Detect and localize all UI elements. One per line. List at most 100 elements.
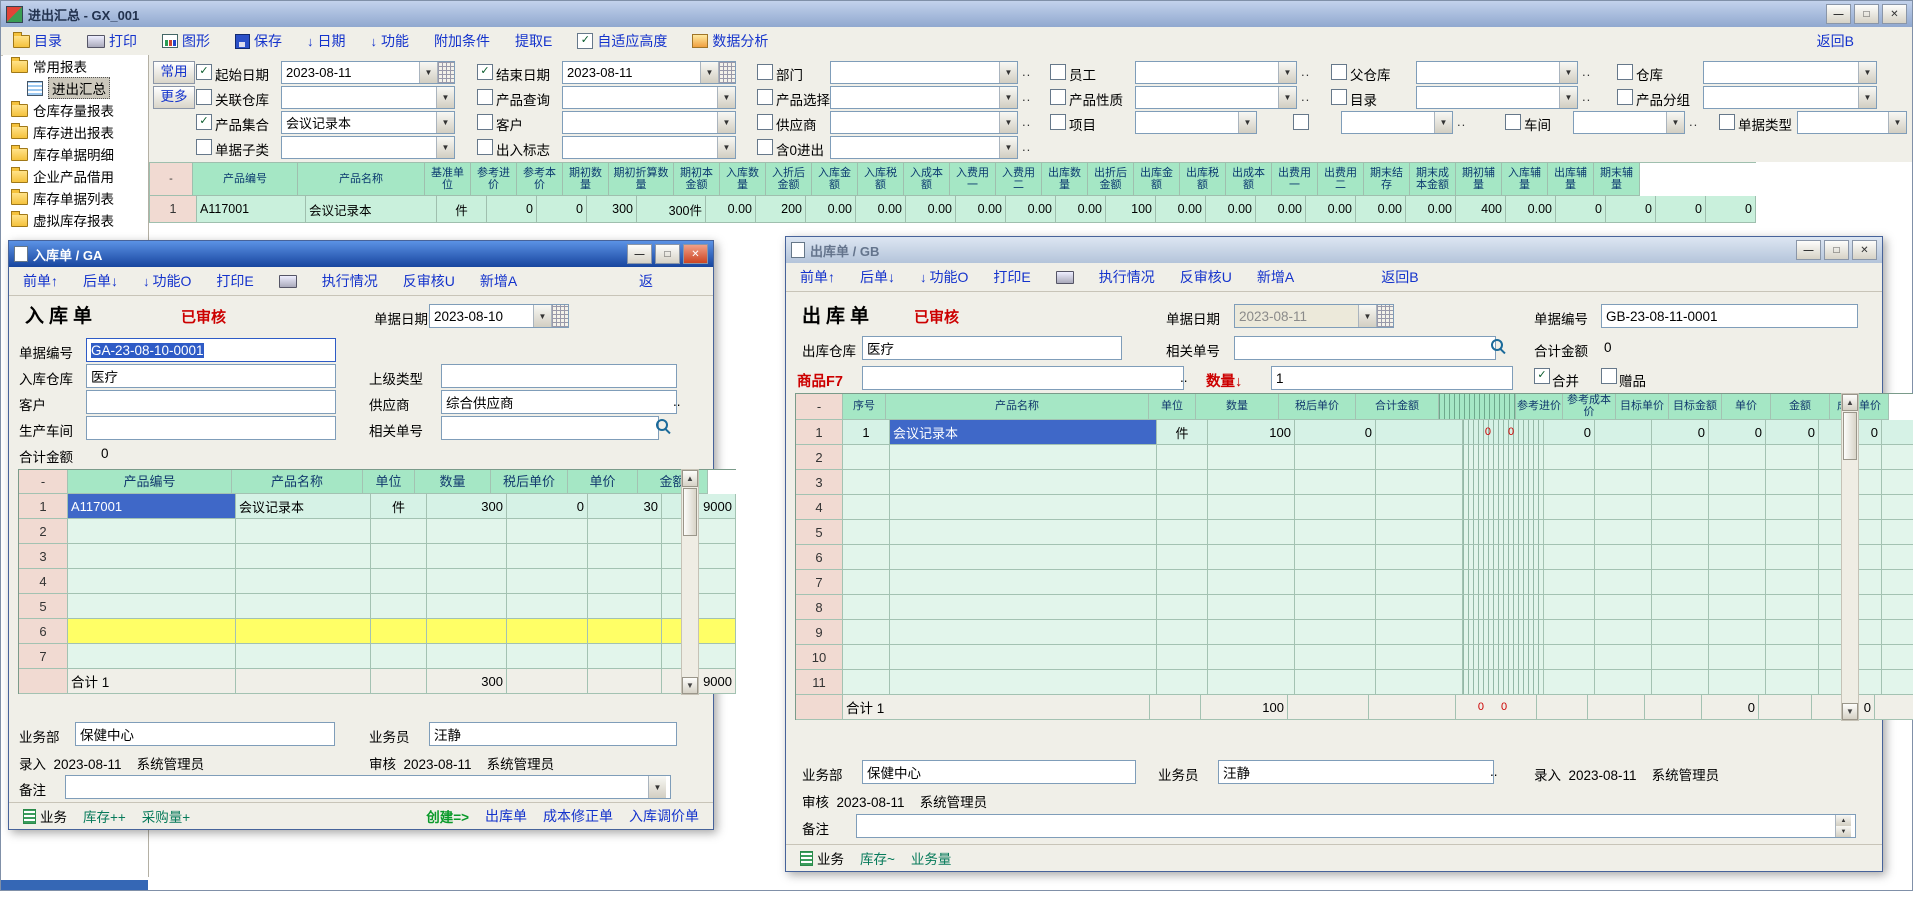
chevron-down-icon[interactable]: ▼ <box>1888 112 1906 133</box>
table-row[interactable]: 7 <box>796 570 1913 595</box>
toolbar-link[interactable]: 打印E <box>993 267 1030 287</box>
chevron-down-icon[interactable]: ▼ <box>1278 62 1296 83</box>
warehouse-field[interactable]: 医疗 <box>86 364 336 388</box>
stock-link[interactable]: 库存++ <box>83 806 126 826</box>
filter-checkbox[interactable] <box>1719 114 1735 130</box>
filter-checkbox[interactable] <box>1505 114 1521 130</box>
doc-no-field[interactable]: GB-23-08-11-0001 <box>1601 304 1858 328</box>
chevron-down-icon[interactable]: ▼ <box>1666 112 1684 133</box>
filter-checkbox[interactable] <box>1293 114 1309 130</box>
filter-dropdown[interactable]: 2023-08-11▼ <box>281 61 455 84</box>
filter-checkbox[interactable]: ✓ <box>477 64 493 80</box>
parent-type-field[interactable] <box>441 364 677 388</box>
purchase-qty-link[interactable]: 采购量+ <box>142 806 190 826</box>
chevron-down-icon[interactable]: ▼ <box>1559 62 1577 83</box>
dots-label[interactable]: .. <box>1457 114 1466 129</box>
filter-dropdown[interactable]: ▼ <box>281 86 455 109</box>
dots-label[interactable]: .. <box>1022 114 1031 129</box>
spin-down-icon[interactable]: ▼ <box>1835 826 1851 837</box>
doc-no-field[interactable]: GA-23-08-10-0001 <box>86 338 336 362</box>
dots-label[interactable]: .. <box>1301 64 1310 79</box>
minimize-button[interactable]: — <box>627 244 652 264</box>
sidebar-item[interactable]: 虚拟库存报表 <box>3 209 148 231</box>
scroll-up-button[interactable]: ▲ <box>1842 394 1858 411</box>
menu-item[interactable]: 附加条件 <box>434 31 490 51</box>
filter-dropdown[interactable]: ▼ <box>1703 86 1877 109</box>
stock-link[interactable]: 库存~ <box>860 848 895 868</box>
filter-mode-button[interactable]: 常用 <box>153 61 195 84</box>
filter-dropdown[interactable]: ▼ <box>1416 86 1578 109</box>
chevron-down-icon[interactable]: ▼ <box>436 87 454 108</box>
chevron-down-icon[interactable]: ▼ <box>1278 87 1296 108</box>
table-row[interactable]: 4 <box>19 569 736 594</box>
dots-label[interactable]: .. <box>1582 64 1591 79</box>
chevron-down-icon[interactable]: ▼ <box>533 305 551 327</box>
workshop-field[interactable] <box>86 416 336 440</box>
inbound-titlebar[interactable]: 入库单 / GA — □ ✕ <box>9 241 713 267</box>
chevron-down-icon[interactable]: ▼ <box>436 112 454 133</box>
menu-item[interactable]: 提取E <box>515 31 552 51</box>
filter-dropdown[interactable]: ▼ <box>830 86 1018 109</box>
chevron-down-icon[interactable]: ▼ <box>717 137 735 158</box>
close-button[interactable]: ✕ <box>683 244 708 264</box>
filter-checkbox[interactable] <box>477 114 493 130</box>
chevron-down-icon[interactable]: ▼ <box>1858 62 1876 83</box>
sidebar-item[interactable]: 库存单据列表 <box>3 187 148 209</box>
filter-dropdown[interactable]: ▼ <box>1703 61 1877 84</box>
table-row[interactable]: 6 <box>796 545 1913 570</box>
filter-checkbox[interactable] <box>1050 89 1066 105</box>
filter-checkbox[interactable] <box>477 89 493 105</box>
filter-checkbox[interactable] <box>477 139 493 155</box>
filter-mode-button[interactable]: 更多 <box>153 86 195 109</box>
chevron-down-icon[interactable]: ▼ <box>717 112 735 133</box>
filter-dropdown[interactable]: ▼ <box>1573 111 1685 134</box>
table-row[interactable]: 11 <box>796 670 1913 695</box>
filter-checkbox[interactable]: ✓ <box>196 64 212 80</box>
product-field[interactable] <box>862 366 1184 390</box>
chevron-down-icon[interactable]: ▼ <box>1358 305 1376 327</box>
maximize-button[interactable]: □ <box>1854 4 1879 24</box>
table-row[interactable]: 5 <box>796 520 1913 545</box>
main-titlebar[interactable]: 进出汇总 - GX_001 — □ ✕ <box>1 1 1912 27</box>
business-link[interactable]: 业务 <box>800 848 844 868</box>
close-button[interactable]: ✕ <box>1882 4 1907 24</box>
chevron-down-icon[interactable]: ▼ <box>1858 87 1876 108</box>
sidebar-item[interactable]: 库存单据明细 <box>3 143 148 165</box>
toolbar-link[interactable]: 新增A <box>1257 267 1294 287</box>
sidebar-item[interactable]: 企业产品借用 <box>3 165 148 187</box>
toolbar-link[interactable]: 返回B <box>1381 267 1418 287</box>
menu-item[interactable]: 数据分析 <box>692 31 768 51</box>
chevron-down-icon[interactable]: ▼ <box>700 62 718 83</box>
filter-dropdown[interactable]: ▼ <box>1135 86 1297 109</box>
toolbar-link[interactable]: 后单↓ <box>83 271 118 291</box>
printer-icon[interactable] <box>1056 271 1074 284</box>
table-row[interactable]: 7 <box>19 644 736 669</box>
table-row[interactable]: 10 <box>796 645 1913 670</box>
table-row[interactable]: 1A117001会议记录本件3000309000 <box>19 494 736 519</box>
filter-checkbox[interactable] <box>1050 64 1066 80</box>
table-row[interactable]: 3 <box>796 470 1913 495</box>
search-icon[interactable] <box>655 418 672 435</box>
customer-field[interactable] <box>86 390 336 414</box>
filter-checkbox[interactable] <box>1331 64 1347 80</box>
table-row[interactable]: 2 <box>796 445 1913 470</box>
filter-checkbox[interactable] <box>1617 64 1633 80</box>
chevron-down-icon[interactable]: ▼ <box>999 62 1017 83</box>
menu-item[interactable]: ✓自适应高度 <box>577 31 667 51</box>
menu-item[interactable]: 图形 <box>162 31 210 51</box>
calendar-icon[interactable] <box>1376 305 1393 327</box>
table-row[interactable]: 3 <box>19 544 736 569</box>
filter-dropdown[interactable]: ▼ <box>562 111 736 134</box>
business-qty-link[interactable]: 业务量 <box>911 848 952 868</box>
menu-item[interactable]: 保存 <box>235 31 282 51</box>
dots-label[interactable]: .. <box>1022 139 1031 154</box>
chevron-down-icon[interactable]: ▼ <box>1559 87 1577 108</box>
menu-item[interactable]: 打印 <box>87 31 137 51</box>
checkbox-icon[interactable]: ✓ <box>577 33 593 49</box>
dots-label[interactable]: .. <box>1301 89 1310 104</box>
calendar-icon[interactable] <box>551 305 568 327</box>
chevron-down-icon[interactable]: ▼ <box>436 137 454 158</box>
table-row[interactable]: 11会议记录本件10000 0000000 <box>796 420 1913 445</box>
table-row[interactable]: 2 <box>19 519 736 544</box>
scroll-thumb[interactable] <box>1843 412 1857 460</box>
